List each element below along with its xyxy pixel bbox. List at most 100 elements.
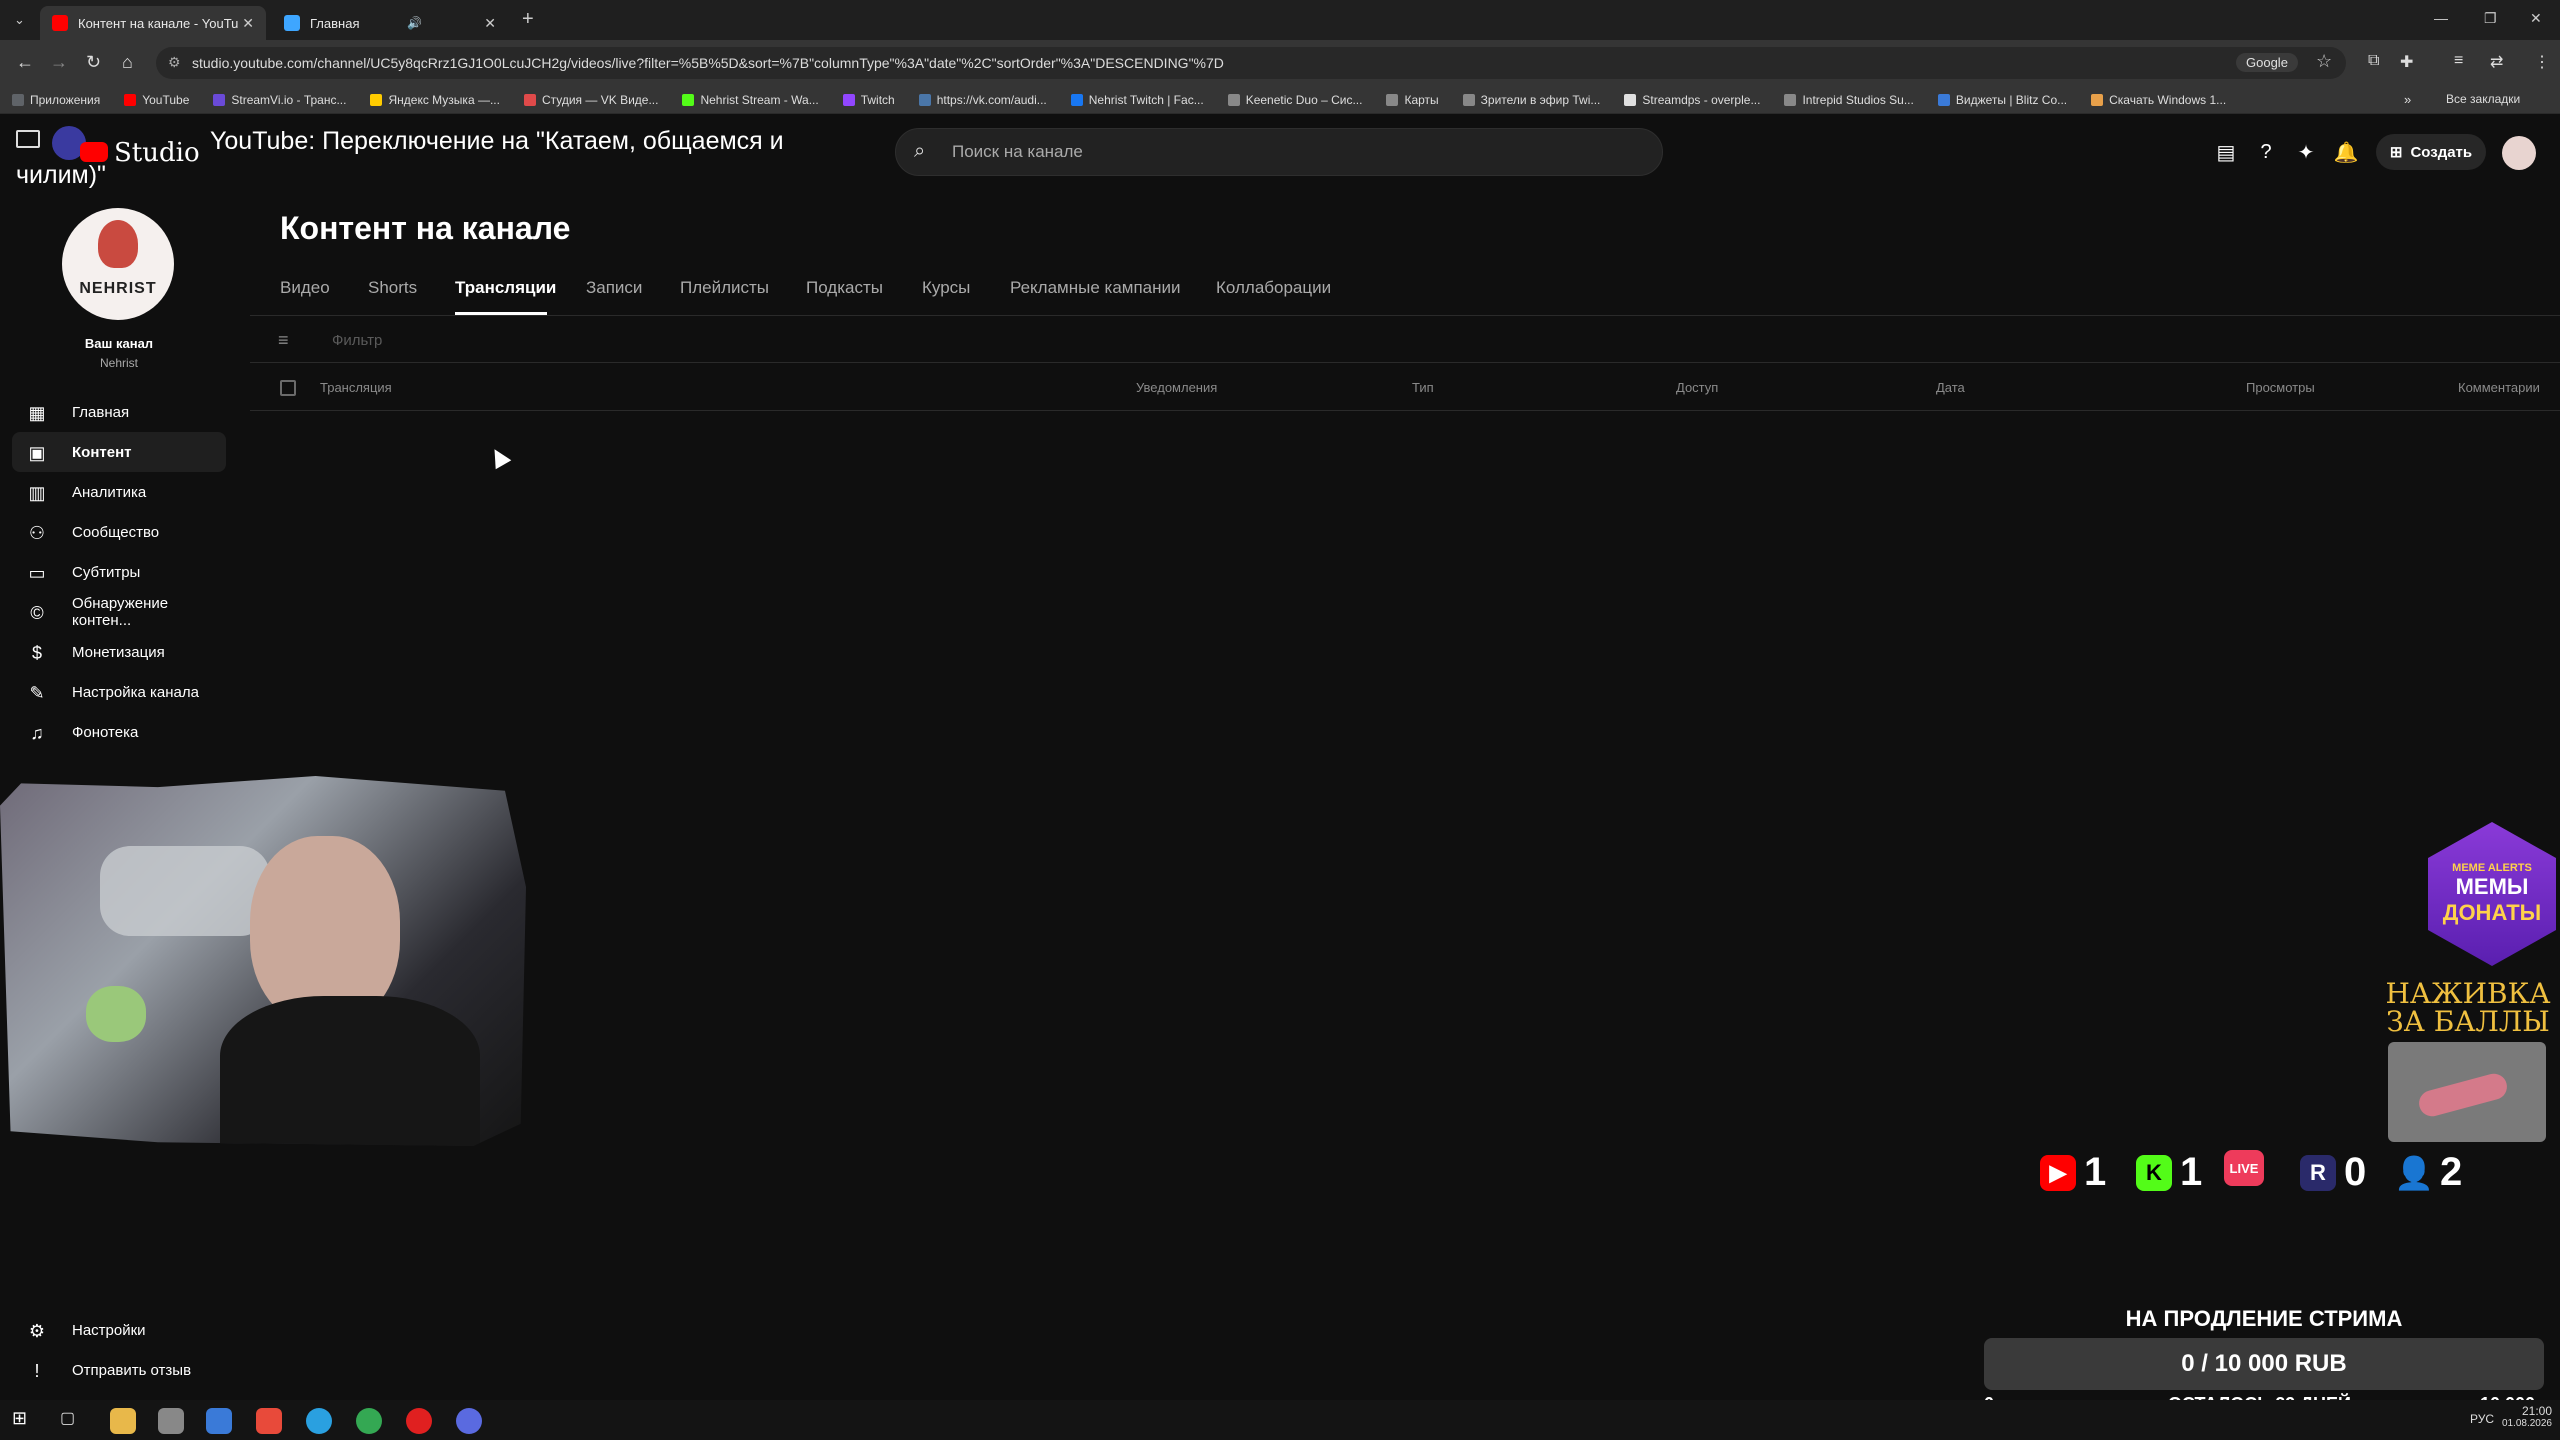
bookmark-item[interactable]: StreamVi.io - Транс...	[213, 93, 346, 107]
menu-icon[interactable]: ⋮	[2534, 52, 2550, 72]
audio-icon[interactable]: 🔊	[407, 16, 422, 30]
reload-icon[interactable]: ↻	[86, 52, 101, 73]
bookmark-item[interactable]: Twitch	[842, 93, 895, 107]
app-icon[interactable]	[158, 1408, 184, 1434]
window-close-button[interactable]: ✕	[2530, 10, 2542, 27]
file-explorer-icon[interactable]	[110, 1408, 136, 1434]
extension-icon[interactable]: ⧉	[2368, 52, 2379, 70]
sidebar-item-analytics[interactable]: ▥ Аналитика	[12, 472, 226, 512]
bookmark-item[interactable]: Студия — VK Виде...	[523, 93, 658, 107]
tab-videos[interactable]: Видео	[280, 278, 330, 298]
filter-divider	[250, 362, 2560, 363]
sidebar-item-content-detection[interactable]: © Обнаружение контен...	[12, 592, 226, 632]
task-view-icon[interactable]: ▢	[60, 1408, 86, 1434]
goal-progress-bar: 0 / 10 000 RUB	[1984, 1338, 2544, 1390]
account-avatar[interactable]	[2502, 136, 2536, 170]
site-info-icon[interactable]: ⚙	[168, 54, 181, 71]
sidebar-item-settings[interactable]: ⚙ Настройки	[12, 1310, 226, 1350]
sidebar-item-monetization[interactable]: $ Монетизация	[12, 632, 226, 672]
obs-icon[interactable]	[256, 1408, 282, 1434]
bookmark-item[interactable]: Приложения	[12, 93, 100, 107]
bookmark-item[interactable]: Streamdps - overple...	[1624, 93, 1760, 107]
puzzle-icon[interactable]: ✚	[2400, 52, 2413, 72]
channel-search-input[interactable]: ⌕ Поиск на канале	[895, 128, 1663, 176]
bell-icon[interactable]: 🔔	[2332, 138, 2360, 166]
chrome-icon[interactable]	[356, 1408, 382, 1434]
sidebar-item-subtitles[interactable]: ▭ Субтитры	[12, 552, 226, 592]
discord-icon[interactable]	[456, 1408, 482, 1434]
youtube-viewers-counter: ▶ 1	[2040, 1150, 2106, 1195]
column-header-notifications[interactable]: Уведомления	[1136, 380, 1217, 395]
bookmark-label: Streamdps - overple...	[1642, 92, 1761, 107]
bookmark-item[interactable]: Keenetic Duo – Сис...	[1227, 93, 1362, 107]
bookmark-item[interactable]: Виджеты | Blitz Co...	[1937, 93, 2067, 107]
more-bookmarks-icon[interactable]: »	[2404, 92, 2411, 107]
bookmark-item[interactable]: Зрители в эфир Twi...	[1462, 93, 1600, 107]
memes-donations-badge: MEME ALERTS МЕМЫ ДОНАТЫ	[2428, 822, 2556, 966]
bookmark-item[interactable]: Карты	[1386, 93, 1439, 107]
store-icon[interactable]	[206, 1408, 232, 1434]
bookmark-item[interactable]: Яндекс Музыка —...	[370, 93, 500, 107]
column-header-type[interactable]: Тип	[1412, 380, 1434, 395]
tab-ad-campaigns[interactable]: Рекламные кампании	[1010, 278, 1181, 298]
column-header-date[interactable]: Дата	[1936, 380, 1965, 395]
sidebar-item-audio-library[interactable]: ♫ Фонотека	[12, 712, 226, 752]
all-bookmarks-link[interactable]: Все закладки	[2446, 92, 2520, 106]
sidebar-item-feedback[interactable]: ! Отправить отзыв	[12, 1350, 226, 1390]
bookmark-label: Nehrist Stream - Wa...	[700, 92, 819, 107]
language-indicator[interactable]: РУС	[2470, 1412, 2494, 1426]
clock[interactable]: 21:00 01.08.2026	[2500, 1404, 2552, 1429]
sidebar-item-customization[interactable]: ✎ Настройка канала	[12, 672, 226, 712]
address-bar[interactable]: ⚙ studio.youtube.com/channel/UC5y8qcRrz1…	[156, 47, 2346, 79]
sync-icon[interactable]: ⇄	[2490, 52, 2503, 72]
filter-input[interactable]: Фильтр	[332, 332, 382, 349]
chat-icon[interactable]: ▤	[2212, 138, 2240, 166]
forward-icon[interactable]: →	[50, 52, 68, 73]
minimize-button[interactable]: —	[2434, 10, 2448, 26]
sidebar-item-content[interactable]: ▣ Контент	[12, 432, 226, 472]
bookmark-item[interactable]: Intrepid Studios Su...	[1784, 93, 1914, 107]
tab-list-chevron-icon[interactable]: ⌄	[14, 12, 25, 28]
bookmark-item[interactable]: Nehrist Twitch | Fac...	[1070, 93, 1204, 107]
sidebar-item-home[interactable]: ▦ Главная	[12, 392, 226, 432]
filter-icon[interactable]: ≡	[278, 330, 289, 351]
close-icon[interactable]: ✕	[242, 15, 254, 32]
bookmark-item[interactable]: https://vk.com/audi...	[918, 93, 1047, 107]
bookmark-star-icon[interactable]: ☆	[2316, 51, 2332, 72]
tab-collaborations[interactable]: Коллаборации	[1216, 278, 1331, 298]
maximize-button[interactable]: ❐	[2484, 10, 2497, 27]
column-header-visibility[interactable]: Доступ	[1676, 380, 1718, 395]
bookmark-item[interactable]: Nehrist Stream - Wa...	[682, 92, 819, 107]
bookmark-item[interactable]: Скачать Windows 1...	[2091, 93, 2226, 107]
channel-avatar[interactable]: NEHRIST	[62, 208, 174, 320]
close-icon[interactable]: ✕	[484, 15, 496, 32]
help-icon[interactable]: ?	[2252, 138, 2280, 166]
select-all-checkbox[interactable]	[280, 380, 296, 396]
sidebar-item-community[interactable]: ⚇ Сообщество	[12, 512, 226, 552]
opera-icon[interactable]	[406, 1408, 432, 1434]
column-header-comments[interactable]: Комментарии	[2458, 380, 2540, 395]
google-lens-chip[interactable]: Google	[2236, 53, 2298, 72]
home-icon[interactable]: ⌂	[122, 52, 133, 73]
bookmark-item[interactable]: YouTube	[124, 93, 189, 107]
kick-icon: K	[2136, 1154, 2172, 1191]
windows-start-icon[interactable]: ⊞	[12, 1408, 38, 1434]
tab-playlists[interactable]: Плейлисты	[680, 278, 769, 298]
bookmark-favicon-icon	[213, 93, 226, 106]
tab-shorts[interactable]: Shorts	[368, 278, 417, 298]
tab-live[interactable]: Трансляции	[455, 278, 556, 298]
new-tab-button[interactable]: +	[522, 8, 534, 31]
tab-podcasts[interactable]: Подкасты	[806, 278, 883, 298]
create-button[interactable]: ⊞ Создать	[2376, 134, 2486, 170]
column-header-stream[interactable]: Трансляция	[320, 380, 392, 395]
sparkle-icon[interactable]: ✦	[2292, 138, 2320, 166]
telegram-icon[interactable]	[306, 1408, 332, 1434]
plus-video-icon: ⊞	[2389, 144, 2403, 161]
browser-tab-active[interactable]: Контент на канале - YouTube ✕	[40, 6, 266, 40]
browser-tab[interactable]: Главная 🔊 ✕	[272, 6, 508, 40]
back-icon[interactable]: ←	[16, 52, 34, 73]
column-header-views[interactable]: Просмотры	[2246, 380, 2315, 395]
tab-recordings[interactable]: Записи	[586, 278, 642, 298]
tab-courses[interactable]: Курсы	[922, 278, 970, 298]
media-icon[interactable]: ≡	[2454, 52, 2463, 70]
